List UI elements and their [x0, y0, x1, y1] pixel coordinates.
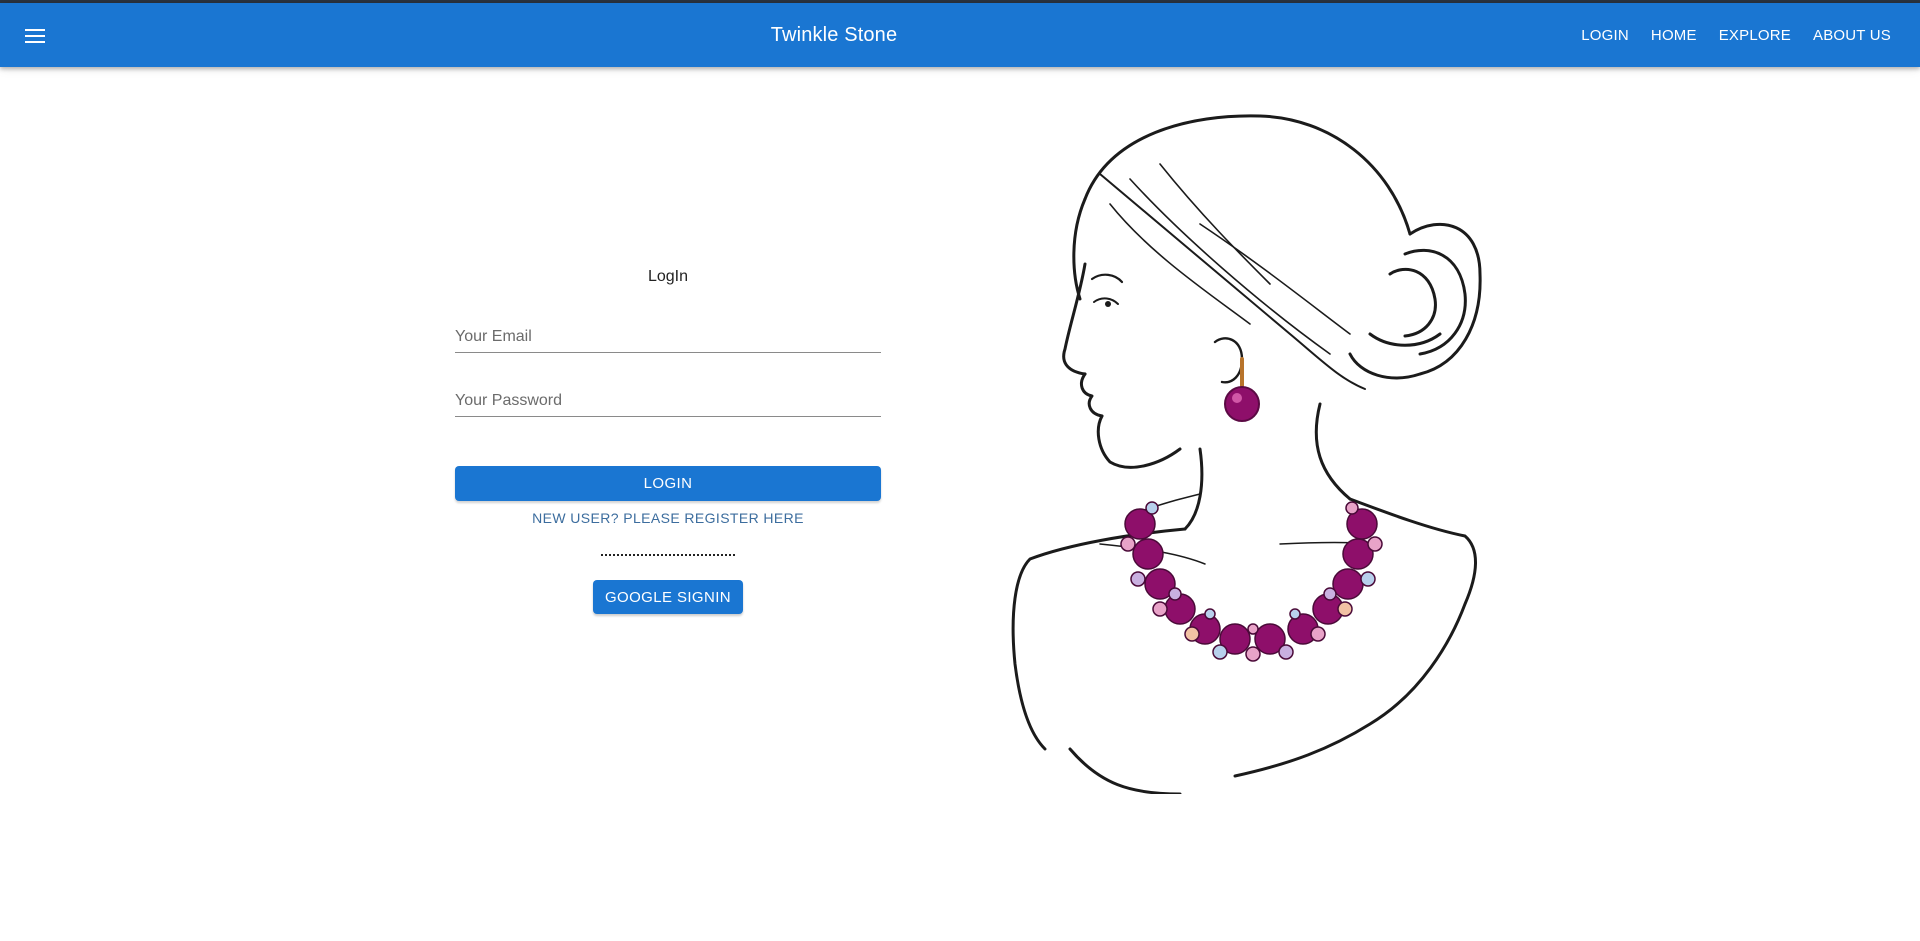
register-link[interactable]: NEW USER? PLEASE REGISTER HERE: [455, 510, 881, 526]
google-signin-button[interactable]: GOOGLE SIGNIN: [593, 580, 743, 614]
email-field-wrapper: [455, 324, 881, 353]
woman-jewelry-illustration: [1011, 114, 1482, 794]
app-title: Twinkle Stone: [770, 23, 898, 46]
email-input[interactable]: [455, 324, 881, 350]
dotted-divider: [601, 554, 735, 556]
nav-explore[interactable]: EXPLORE: [1710, 21, 1800, 50]
password-input[interactable]: [455, 388, 881, 414]
login-heading: LogIn: [647, 268, 689, 285]
main-nav: LOGIN HOME EXPLORE ABOUT US: [1572, 3, 1900, 67]
nav-home[interactable]: HOME: [1642, 21, 1706, 50]
login-button[interactable]: LOGIN: [455, 466, 881, 501]
nav-about-us[interactable]: ABOUT US: [1804, 21, 1900, 50]
app-bar: Twinkle Stone LOGIN HOME EXPLORE ABOUT U…: [0, 3, 1920, 67]
nav-login[interactable]: LOGIN: [1572, 21, 1638, 50]
password-field-wrapper: [455, 388, 881, 417]
